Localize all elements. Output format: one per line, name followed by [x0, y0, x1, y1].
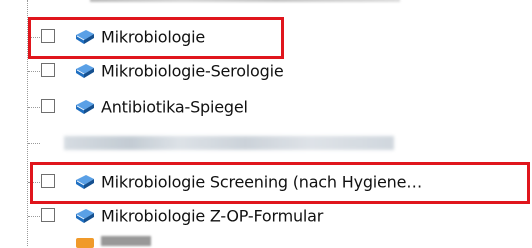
tree-item-mikrobiologie-serologie[interactable]: Mikrobiologie-Serologie — [0, 56, 532, 86]
checkbox[interactable] — [41, 208, 55, 222]
tree-view[interactable]: Mikrobiologie Mikrobiologie-Serologie An… — [0, 0, 532, 248]
highlight-box — [30, 162, 530, 204]
blue-book-icon — [76, 100, 94, 114]
blue-book-icon — [76, 64, 94, 78]
tree-item-antibiotika-spiegel[interactable]: Antibiotika-Spiegel — [0, 92, 532, 122]
blue-book-icon — [76, 209, 94, 223]
cut-off-item — [90, 0, 400, 2]
tree-connector — [28, 107, 40, 108]
tree-item-label: Mikrobiologie Z-OP-Formular — [101, 206, 324, 226]
tree-connector — [28, 143, 40, 144]
tree-item-blurred[interactable] — [0, 128, 532, 158]
checkbox[interactable] — [41, 99, 55, 113]
blurred-item — [64, 136, 394, 150]
tree-connector — [28, 216, 40, 217]
tree-item-label: Mikrobiologie-Serologie — [101, 61, 284, 81]
highlight-box — [28, 17, 284, 59]
cut-off-label — [101, 236, 151, 246]
orange-book-icon — [76, 238, 94, 248]
tree-item-label: Antibiotika-Spiegel — [101, 97, 248, 117]
tree-connector — [28, 71, 40, 72]
tree-item-mikrobiologie-z-op-formular[interactable]: Mikrobiologie Z-OP-Formular — [0, 201, 532, 231]
checkbox[interactable] — [41, 63, 55, 77]
